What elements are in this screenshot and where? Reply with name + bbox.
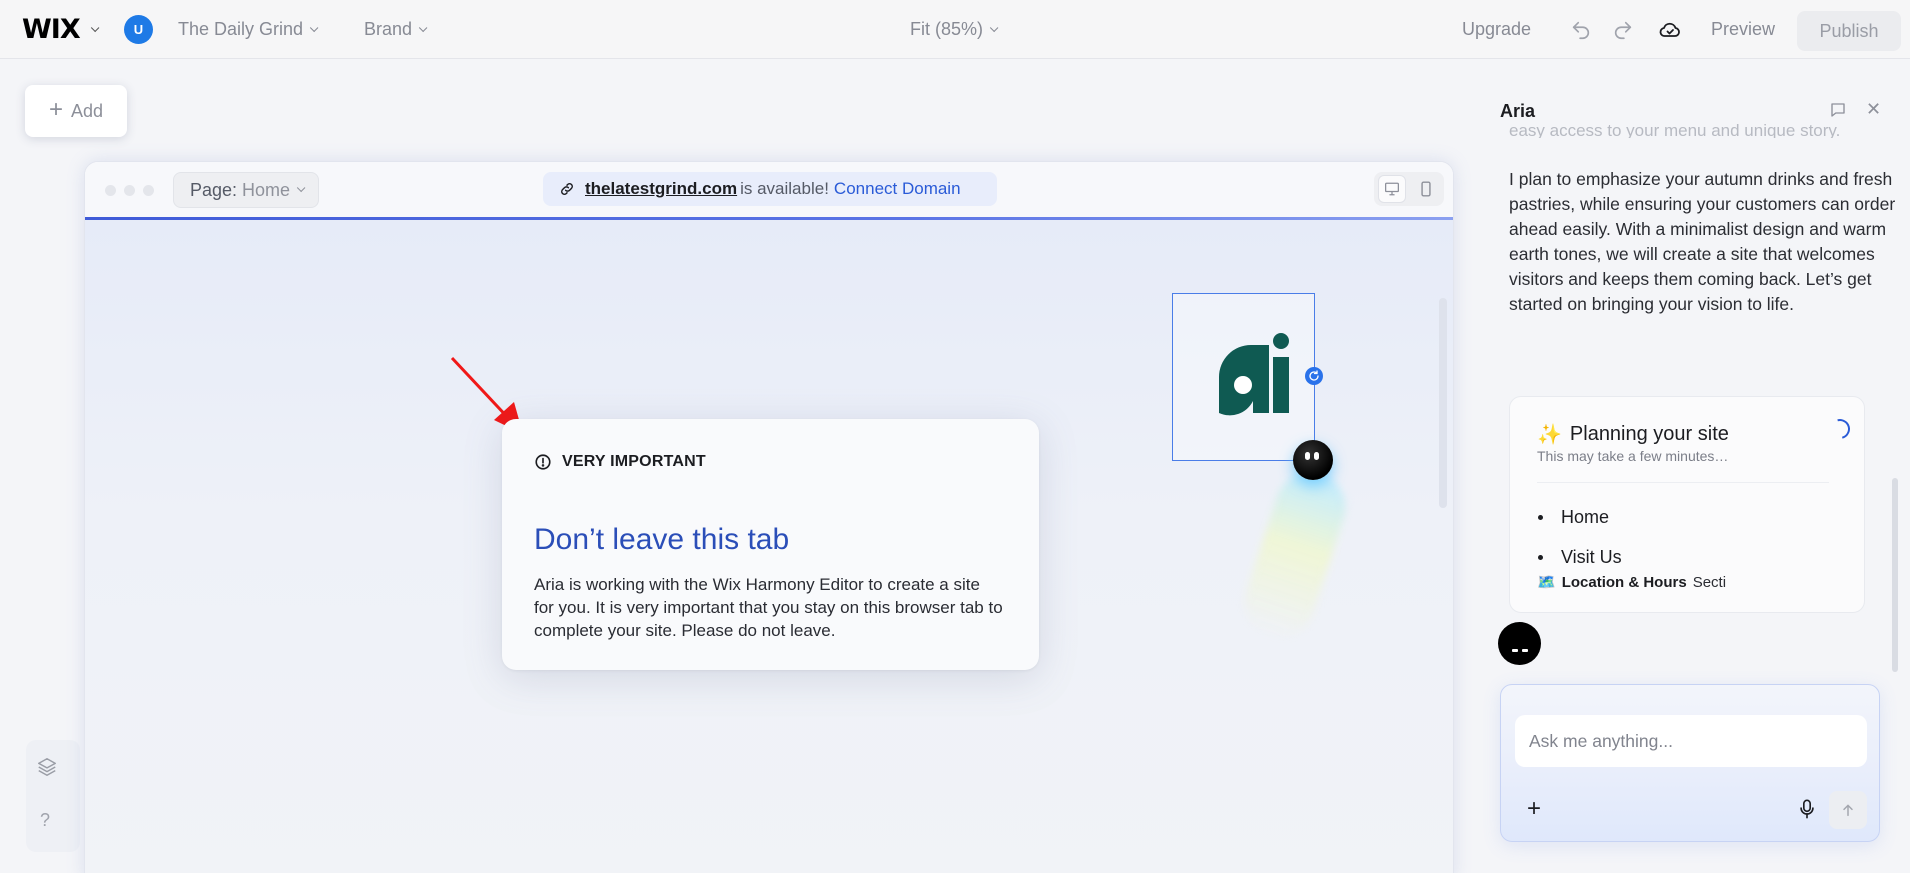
wix-logo-menu[interactable]: WIX (22, 14, 100, 45)
chat-composer: + (1500, 684, 1880, 842)
list-item: Home (1538, 497, 1622, 537)
section-suffix: Secti (1692, 573, 1727, 591)
aria-previous-message: easy access to your menu and unique stor… (1509, 124, 1841, 138)
plan-title: ✨ Planning your site (1537, 422, 1729, 447)
site-name: The Daily Grind (178, 19, 304, 39)
site-name-menu[interactable]: The Daily Grind (178, 0, 319, 59)
modal-title: Don’t leave this tab (534, 523, 790, 556)
rotate-handle-icon[interactable] (1305, 367, 1323, 385)
chevron-down-icon (296, 183, 306, 193)
microphone-icon[interactable] (1799, 799, 1817, 819)
brand-label: Brand (364, 19, 413, 39)
canvas-scrollbar[interactable] (1439, 298, 1447, 508)
site-logo-element[interactable] (1172, 293, 1315, 461)
cloud-saved-icon[interactable] (1658, 18, 1682, 42)
aria-panel-scrollbar[interactable] (1892, 478, 1898, 672)
layers-icon[interactable] (36, 756, 60, 780)
add-button[interactable]: + Add (25, 85, 127, 137)
undo-icon[interactable] (1569, 18, 1593, 42)
modal-tag-label: VERY IMPORTANT (562, 453, 706, 470)
page-prefix: Page: (189, 179, 238, 200)
aria-avatar (1498, 622, 1541, 665)
help-icon[interactable]: ? (40, 810, 50, 831)
link-icon (559, 181, 575, 197)
close-icon[interactable]: ✕ (1866, 99, 1881, 120)
desktop-icon[interactable] (1378, 175, 1407, 203)
device-toggle (1374, 172, 1444, 206)
site-logo-icon (1219, 333, 1289, 416)
add-button-label: Add (70, 100, 104, 121)
window-dots (105, 185, 154, 196)
domain-status: is available! (740, 179, 829, 198)
redo-icon[interactable] (1611, 18, 1635, 42)
domain-name-link[interactable]: thelatestgrind.com (585, 179, 737, 199)
modal-body: Aria is working with the Wix Harmony Edi… (534, 575, 1003, 640)
user-avatar[interactable]: U (124, 15, 153, 44)
zoom-label: Fit (85%) (910, 19, 984, 39)
mobile-icon[interactable] (1412, 175, 1440, 203)
wix-logo: WIX (22, 14, 81, 45)
plan-divider (1537, 482, 1829, 483)
brand-menu[interactable]: Brand (364, 0, 428, 59)
chevron-down-icon (989, 23, 999, 32)
chevron-down-icon (90, 23, 100, 32)
comment-icon[interactable] (1829, 101, 1849, 119)
plus-icon: + (48, 96, 63, 123)
alert-icon (535, 454, 551, 470)
section-name: Location & Hours (1561, 573, 1687, 591)
domain-bar: thelatestgrind.com is available! Connect… (543, 172, 997, 206)
publish-button[interactable]: Publish (1797, 11, 1901, 51)
page-selector[interactable]: Page: Home (173, 172, 319, 208)
plan-page-list: Home Visit Us (1538, 497, 1622, 577)
chevron-down-icon (309, 23, 319, 32)
arrow-up-icon (1843, 804, 1853, 817)
important-modal: VERY IMPORTANT Don’t leave this tab Aria… (502, 419, 1039, 670)
page-value: Home (242, 179, 291, 200)
attach-plus-icon[interactable]: + (1527, 797, 1541, 821)
chevron-down-icon (418, 23, 428, 32)
planning-card: ✨ Planning your site This may take a few… (1509, 396, 1865, 613)
plan-title-text: Planning your site (1569, 423, 1729, 445)
send-button[interactable] (1829, 791, 1867, 829)
plan-section-line: 🗺️ Location & Hours Secti (1537, 573, 1727, 592)
aria-message: I plan to emphasize your autumn drinks a… (1509, 169, 1896, 314)
preview-button[interactable]: Preview (1711, 19, 1775, 40)
frame-header: Page: Home thelatestgrind.com is availab… (85, 162, 1453, 217)
loading-spinner-icon (1826, 415, 1854, 443)
ask-input[interactable] (1515, 715, 1867, 767)
zoom-menu[interactable]: Fit (85%) (910, 0, 999, 59)
list-item: Visit Us (1538, 537, 1622, 577)
connect-domain-link[interactable]: Connect Domain (834, 179, 961, 199)
map-icon: 🗺️ (1537, 574, 1556, 591)
aria-cursor-blob (1293, 440, 1333, 480)
upgrade-button[interactable]: Upgrade (1462, 19, 1531, 40)
aria-panel-title: Aria (1500, 101, 1536, 121)
top-bar: WIX U The Daily Grind Brand Fit (85%) Up… (0, 0, 1910, 59)
modal-tag: VERY IMPORTANT (534, 453, 706, 471)
sparkles-icon: ✨ (1537, 424, 1562, 446)
plan-subtitle: This may take a few minutes… (1537, 448, 1729, 464)
